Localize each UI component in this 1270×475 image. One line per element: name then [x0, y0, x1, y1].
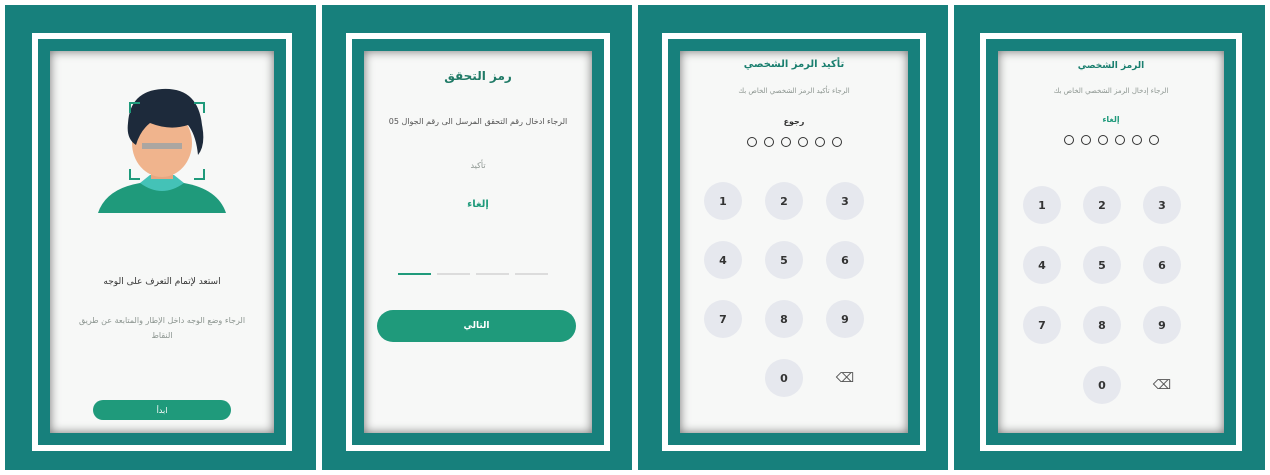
panel-verification-code: رمز التحقق الرجاء ادخال رقم التحقق المرس…	[322, 5, 632, 470]
key-8[interactable]: 8	[1083, 306, 1121, 344]
key-4[interactable]: 4	[1023, 246, 1061, 284]
start-button[interactable]: ابدأ	[93, 400, 231, 420]
confirm-pin-title: تأكيد الرمز الشخصي	[743, 59, 845, 70]
key-3[interactable]: 3	[826, 182, 864, 220]
pin-dot	[831, 137, 842, 147]
face-description: الرجاء وضع الوجه داخل الإطار والمتابعة ع…	[78, 316, 246, 340]
otp-input[interactable]	[398, 273, 548, 275]
pin-dot	[1080, 135, 1091, 145]
pin-dot	[1114, 135, 1125, 145]
enter-pin-screen: الرمز الشخصي الرجاء إدخال الرمز الشخصي ا…	[998, 51, 1224, 433]
pin-dot	[780, 137, 791, 147]
key-8[interactable]: 8	[765, 300, 803, 338]
key-2[interactable]: 2	[765, 182, 803, 220]
key-9[interactable]: 9	[826, 300, 864, 338]
face-recognition-screen: استعد لإتمام التعرف على الوجه الرجاء وضع…	[50, 51, 274, 433]
key-1[interactable]: 1	[704, 182, 742, 220]
pin-dot	[763, 137, 774, 147]
panel-confirm-pin: تأكيد الرمز الشخصي الرجاء تأكيد الرمز ال…	[638, 5, 948, 470]
key-0[interactable]: 0	[765, 359, 803, 397]
verification-screen: رمز التحقق الرجاء ادخال رقم التحقق المرس…	[364, 51, 592, 433]
keypad: 1 2 3 4 5 6 7 8 9 0 ⌫	[1023, 186, 1181, 404]
pin-dots	[680, 137, 908, 147]
confirm-pin-description: الرجاء تأكيد الرمز الشخصي الخاص بك	[738, 87, 850, 95]
key-6[interactable]: 6	[826, 241, 864, 279]
key-5[interactable]: 5	[1083, 246, 1121, 284]
pin-dots	[998, 135, 1224, 145]
resend-link[interactable]: تأكيد	[372, 161, 584, 170]
key-6[interactable]: 6	[1143, 246, 1181, 284]
key-empty	[704, 359, 742, 397]
pin-dot	[746, 137, 757, 147]
key-7[interactable]: 7	[704, 300, 742, 338]
key-4[interactable]: 4	[704, 241, 742, 279]
pin-dot	[797, 137, 808, 147]
face-illustration	[98, 88, 226, 213]
pin-dot	[1131, 135, 1142, 145]
key-3[interactable]: 3	[1143, 186, 1181, 224]
pin-dot	[1063, 135, 1074, 145]
key-0[interactable]: 0	[1083, 366, 1121, 404]
key-9[interactable]: 9	[1143, 306, 1181, 344]
enter-pin-description: الرجاء إدخال الرمز الشخصي الخاص بك	[1053, 87, 1169, 95]
pin-dot	[1097, 135, 1108, 145]
otp-slot	[515, 273, 548, 275]
cancel-link[interactable]: إلغاء	[998, 115, 1224, 124]
panel-enter-pin: الرمز الشخصي الرجاء إدخال الرمز الشخصي ا…	[954, 5, 1265, 470]
back-link[interactable]: رجوع	[680, 117, 908, 126]
key-2[interactable]: 2	[1083, 186, 1121, 224]
otp-slot	[476, 273, 509, 275]
pin-dot	[814, 137, 825, 147]
panel-face-recognition: استعد لإتمام التعرف على الوجه الرجاء وضع…	[5, 5, 316, 470]
confirm-pin-screen: تأكيد الرمز الشخصي الرجاء تأكيد الرمز ال…	[680, 51, 908, 433]
cancel-link[interactable]: إلغاء	[364, 199, 592, 210]
enter-pin-title: الرمز الشخصي	[1077, 61, 1145, 71]
next-button[interactable]: التالي	[377, 310, 576, 342]
key-1[interactable]: 1	[1023, 186, 1061, 224]
backspace-icon[interactable]: ⌫	[1143, 366, 1181, 404]
pin-dot	[1148, 135, 1159, 145]
verification-description: الرجاء ادخال رقم التحقق المرسل الى رقم ا…	[388, 117, 568, 126]
otp-slot-active	[398, 273, 431, 275]
verification-title: رمز التحقق	[444, 69, 512, 83]
key-5[interactable]: 5	[765, 241, 803, 279]
face-title: استعد لإتمام التعرف على الوجه	[103, 277, 221, 287]
keypad: 1 2 3 4 5 6 7 8 9 0 ⌫	[704, 182, 864, 397]
backspace-icon[interactable]: ⌫	[826, 359, 864, 397]
key-7[interactable]: 7	[1023, 306, 1061, 344]
key-empty	[1023, 366, 1061, 404]
otp-slot	[437, 273, 470, 275]
